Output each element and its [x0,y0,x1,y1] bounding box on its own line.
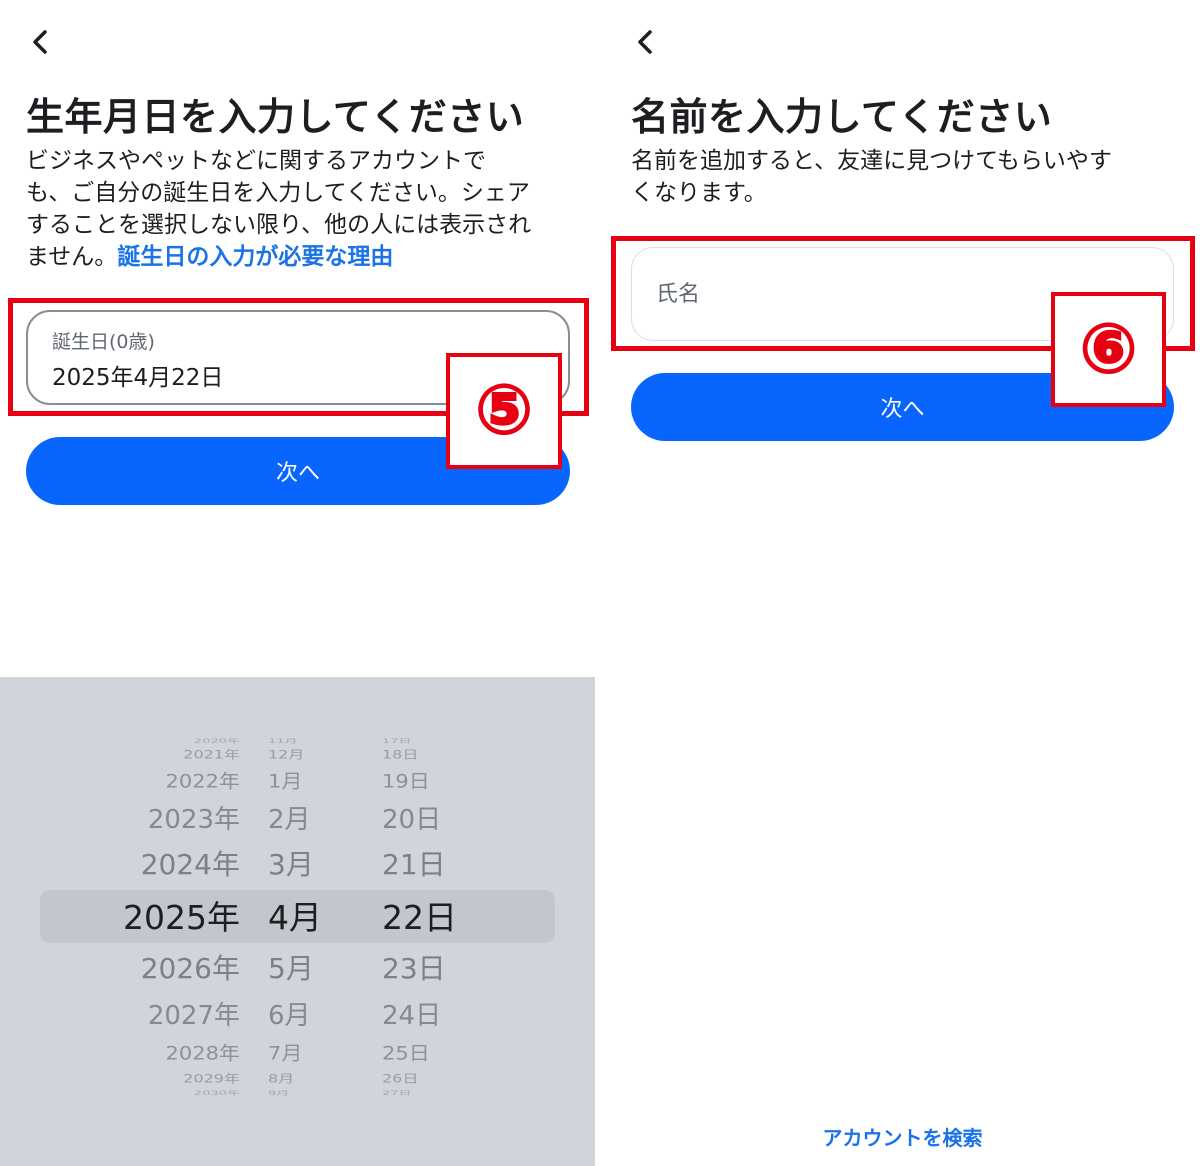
description-line: ビジネスやペットなどに関するアカウントで [26,148,486,174]
picker-year-option[interactable]: 2030年 [0,1090,240,1096]
page-description: ビジネスやペットなどに関するアカウントで も、ご自分の誕生日を入力してください。… [26,145,586,273]
picker-year-column[interactable]: 2020年 2021年 2022年 2023年 2024年 2025年 2026年 2027年… [0,677,240,1166]
picker-year-option[interactable]: 2029年 [0,1073,240,1084]
picker-day-option[interactable]: 25日 [382,1043,430,1063]
picker-month-option[interactable]: 8月 [268,1073,294,1084]
picker-day-option[interactable]: 21日 [382,851,446,879]
picker-month-option[interactable]: 4月 [268,901,322,934]
description-line: ません。誕生日の入力が必要な理由 [26,241,586,273]
back-button[interactable] [631,22,661,62]
picker-month-option[interactable]: 11月 [268,738,298,744]
step-badge: ⑥ [1051,292,1166,407]
birthday-field-label: 誕生日(0歳) [52,331,155,353]
back-button[interactable] [26,22,56,62]
picker-month-option[interactable]: 12月 [268,749,304,760]
picker-year-option[interactable]: 2024年 [0,851,240,879]
chevron-left-icon [33,30,47,54]
description-line: することを選択しない限り、他の人には表示され [26,212,532,238]
picker-year-option[interactable]: 2021年 [0,749,240,760]
picker-year-option[interactable]: 2027年 [0,1003,240,1029]
chevron-left-icon [638,30,652,54]
step-number: ⑤ [474,371,534,450]
step-number: ⑥ [1079,309,1139,389]
picker-year-option[interactable]: 2020年 [0,738,240,744]
page-description: 名前を追加すると、友達に見つけてもらいやす くなります。 [631,145,1191,209]
picker-day-option[interactable]: 23日 [382,955,446,983]
step-badge: ⑤ [446,353,562,469]
picker-day-option[interactable]: 17日 [382,738,412,744]
picker-day-option[interactable]: 18日 [382,749,418,760]
picker-day-option[interactable]: 24日 [382,1003,441,1029]
picker-year-option[interactable]: 2028年 [0,1043,240,1063]
picker-day-option[interactable]: 27日 [382,1090,412,1096]
description-line: くなります。 [631,180,767,206]
picker-year-option[interactable]: 2026年 [0,955,240,983]
find-account-link[interactable]: アカウントを検索 [605,1122,1200,1151]
picker-day-option[interactable]: 26日 [382,1073,418,1084]
picker-year-option[interactable]: 2022年 [0,771,240,791]
picker-month-option[interactable]: 2月 [268,807,311,833]
picker-month-option[interactable]: 6月 [268,1003,311,1029]
name-screen: 名前を入力してください 名前を追加すると、友達に見つけてもらいやす くなります。… [605,0,1200,1166]
picker-day-option[interactable]: 19日 [382,771,430,791]
page-title: 名前を入力してください [631,95,1053,139]
description-text: ません。 [26,244,118,270]
date-picker[interactable]: 2020年 2021年 2022年 2023年 2024年 2025年 2026年 2027年… [0,677,595,1166]
description-line: 名前を追加すると、友達に見つけてもらいやす [631,148,1112,174]
picker-month-column[interactable]: 11月 12月 1月 2月 3月 4月 5月 6月 7月 8月 9月 [268,677,348,1166]
description-line: も、ご自分の誕生日を入力してください。シェア [26,180,530,206]
picker-month-option[interactable]: 9月 [268,1090,289,1096]
picker-month-option[interactable]: 5月 [268,955,314,983]
picker-month-option[interactable]: 1月 [268,771,302,791]
picker-month-option[interactable]: 7月 [268,1043,302,1063]
picker-day-option[interactable]: 22日 [382,901,457,934]
picker-month-option[interactable]: 3月 [268,851,314,879]
picker-day-option[interactable]: 20日 [382,807,441,833]
birthday-field-value: 2025年4月22日 [52,365,224,391]
picker-year-option[interactable]: 2023年 [0,807,240,833]
page-title: 生年月日を入力してください [26,95,525,139]
picker-year-option[interactable]: 2025年 [0,901,240,934]
why-birthday-link[interactable]: 誕生日の入力が必要な理由 [117,244,393,270]
birthday-screen: 生年月日を入力してください ビジネスやペットなどに関するアカウントで も、ご自分… [0,0,600,1166]
picker-day-column[interactable]: 17日 18日 19日 20日 21日 22日 23日 24日 25日 26日 27日 [382,677,482,1166]
